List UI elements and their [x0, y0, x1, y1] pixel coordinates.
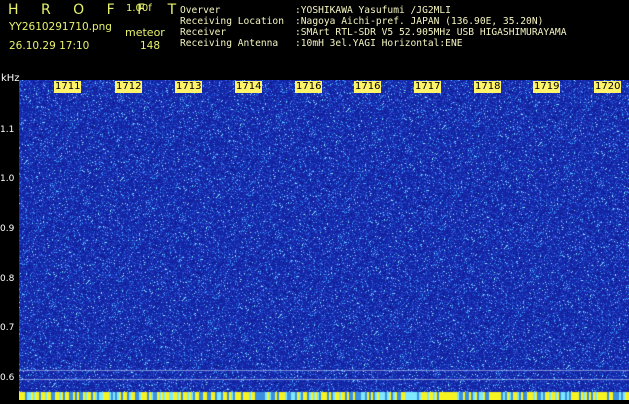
spectrogram-canvas: [19, 80, 629, 400]
x-tick-label: 1717: [414, 81, 442, 93]
x-tick-label: 1720: [594, 81, 622, 93]
y-axis-unit: kHz: [1, 73, 20, 84]
y-tick-label: 0.8: [0, 274, 15, 284]
info-value: :YOSHIKAWA Yasufumi /JG2MLI: [295, 5, 451, 16]
y-tick-label: 0.9: [0, 224, 15, 234]
info-row-antenna: Receiving Antenna :10mH 3el.YAGI Horizont…: [180, 38, 566, 49]
x-tick-label: 1711: [54, 81, 82, 93]
y-tick-label: 1.1: [0, 125, 15, 135]
info-value: :10mH 3el.YAGI Horizontal:ENE: [295, 38, 463, 49]
header-panel: H R O F F T 1.00f YY2610291710.png meteo…: [0, 0, 629, 80]
info-row-observer: Overver :YOSHIKAWA Yasufumi /JG2MLI: [180, 5, 566, 16]
y-tick-label: 1.0: [0, 174, 15, 184]
x-tick-label: 1712: [115, 81, 143, 93]
meteor-count: 148: [140, 40, 161, 52]
info-key: Receiving Antenna: [180, 38, 279, 49]
y-tick-label: 0.6: [0, 373, 15, 383]
app-title: H R O F F T: [8, 2, 186, 18]
date-time: 26.10.29 17:10: [9, 40, 90, 52]
station-info: Overver :YOSHIKAWA Yasufumi /JG2MLI Recei…: [180, 5, 566, 49]
y-tick-label: 0.7: [0, 323, 15, 333]
app-version: 1.00f: [126, 3, 152, 14]
mode-label: meteor: [125, 26, 165, 39]
x-tick-label: 1716: [354, 81, 382, 93]
x-tick-label: 1718: [474, 81, 502, 93]
info-value: :Nagoya Aichi-pref. JAPAN (136.90E, 35.2…: [295, 16, 544, 27]
spectrogram: [19, 80, 629, 400]
info-row-location: Receiving Location :Nagoya Aichi-pref. JA…: [180, 16, 566, 27]
x-tick-label: 1719: [533, 81, 561, 93]
info-value: :SMArt RTL-SDR V5 52.905MHz USB HIGASHIM…: [295, 27, 567, 38]
info-key: Overver: [180, 5, 221, 16]
info-row-receiver: Receiver :SMArt RTL-SDR V5 52.905MHz USB …: [180, 27, 566, 38]
x-tick-label: 1716: [295, 81, 323, 93]
info-key: Receiving Location: [180, 16, 284, 27]
info-key: Receiver: [180, 27, 227, 38]
file-name: YY2610291710.png: [9, 21, 112, 33]
x-tick-label: 1714: [235, 81, 263, 93]
x-tick-label: 1713: [175, 81, 203, 93]
